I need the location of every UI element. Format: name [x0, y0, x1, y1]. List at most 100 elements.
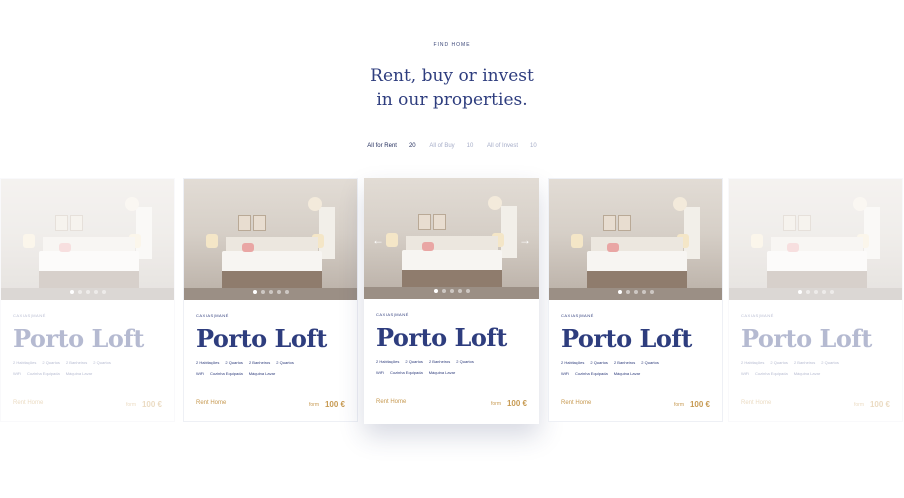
feature-item: Máquina Lavar	[613, 371, 641, 376]
property-location: CAXIAS|MANÉ	[376, 312, 409, 317]
carousel-dot[interactable]	[268, 290, 273, 294]
carousel-dots	[549, 290, 722, 294]
rent-home-link[interactable]: Rent Home	[196, 400, 226, 406]
feature-item: Máquina Lavar	[428, 370, 456, 375]
carousel-dot[interactable]	[449, 289, 454, 293]
carousel-dot[interactable]	[101, 290, 106, 294]
tab-rent-label: All for Rent	[367, 143, 397, 149]
property-location: CAXIAS|MANÉ	[196, 313, 229, 318]
property-title: Porto Loft	[741, 324, 872, 353]
carousel-dot[interactable]	[276, 290, 281, 294]
property-title: Porto Loft	[561, 324, 692, 353]
spec-item: 2 Quartos	[641, 360, 659, 365]
carousel-dot[interactable]	[69, 290, 74, 294]
price-from-label: form	[854, 402, 864, 408]
property-card[interactable]: CAXIAS|MANÉ Porto Loft 2 Habitações 2 Qua…	[183, 178, 358, 422]
property-location: CAXIAS|MANÉ	[561, 313, 594, 318]
tab-rent-count: 20	[408, 143, 416, 149]
carousel-dots	[1, 290, 174, 294]
price-from-label: form	[491, 401, 501, 407]
feature-item: Cozinha Equipada	[210, 371, 243, 376]
carousel-dot[interactable]	[633, 290, 638, 294]
arrow-left-icon[interactable]: ←	[372, 233, 384, 247]
tab-invest-label: All of Invest	[487, 143, 519, 149]
tab-buy-count: 10	[466, 143, 474, 149]
carousel-dot[interactable]	[85, 290, 90, 294]
carousel-dots	[364, 289, 539, 293]
property-card[interactable]: CAXIAS|MANÉ Porto Loft 2 Habitações 2 Qua…	[728, 178, 903, 422]
carousel-dot[interactable]	[617, 290, 622, 294]
rent-home-link[interactable]: Rent Home	[13, 400, 43, 406]
spec-item: 2 Habitações	[561, 360, 585, 365]
tab-invest-count: 10	[530, 143, 537, 149]
carousel-dot[interactable]	[829, 290, 834, 294]
carousel-dot[interactable]	[457, 289, 462, 293]
spec-item: 2 Quartos	[821, 360, 839, 365]
tab-buy[interactable]: All of Buy 10	[429, 143, 473, 149]
spec-item: 2 Banheiros	[65, 360, 88, 365]
carousel-dot[interactable]	[641, 290, 646, 294]
property-features: WiFi Cozinha Equipada Máquina Lavar	[13, 371, 98, 376]
feature-item: Máquina Lavar	[793, 371, 821, 376]
property-specs: 2 Habitações 2 Quartos 2 Banheiros 2 Quarto…	[376, 359, 480, 364]
headline-line-2: in our properties.	[376, 90, 528, 110]
rent-home-link[interactable]: Rent Home	[561, 400, 591, 406]
arrow-right-icon[interactable]: →	[519, 233, 531, 247]
carousel-dot[interactable]	[813, 290, 818, 294]
property-photo	[549, 179, 722, 300]
carousel-dot[interactable]	[284, 290, 289, 294]
carousel-dot[interactable]	[441, 289, 446, 293]
carousel-dot[interactable]	[252, 290, 257, 294]
property-features: WiFi Cozinha Equipada Máquina Lavar	[196, 371, 281, 376]
property-card-featured[interactable]: ← → CAXIAS|MANÉ Porto Loft 2 Habitações 2…	[364, 178, 539, 424]
property-location: CAXIAS|MANÉ	[13, 313, 46, 318]
spec-item: 2 Habitações	[13, 360, 37, 365]
spec-item: 2 Quartos	[405, 359, 423, 364]
property-tabs: All for Rent 20 All of Buy 10 All of Inves…	[0, 143, 904, 149]
rent-home-link[interactable]: Rent Home	[376, 399, 406, 405]
carousel-dot[interactable]	[260, 290, 265, 294]
property-features: WiFi Cozinha Equipada Máquina Lavar	[561, 371, 646, 376]
carousel-dot[interactable]	[625, 290, 630, 294]
carousel-dot[interactable]	[433, 289, 438, 293]
price-from-label: form	[309, 402, 319, 408]
spec-item: 2 Quartos	[93, 360, 111, 365]
carousel-dot[interactable]	[805, 290, 810, 294]
spec-item: 2 Quartos	[225, 360, 243, 365]
feature-item: Cozinha Equipada	[755, 371, 788, 376]
carousel-dot[interactable]	[797, 290, 802, 294]
property-features: WiFi Cozinha Equipada Máquina Lavar	[376, 370, 461, 375]
carousel-dot[interactable]	[821, 290, 826, 294]
carousel-dot[interactable]	[77, 290, 82, 294]
property-photo	[1, 179, 174, 300]
property-features: WiFi Cozinha Equipada Máquina Lavar	[741, 371, 826, 376]
feature-item: Máquina Lavar	[248, 371, 276, 376]
property-specs: 2 Habitações 2 Quartos 2 Banheiros 2 Quarto…	[13, 360, 117, 365]
property-specs: 2 Habitações 2 Quartos 2 Banheiros 2 Quarto…	[561, 360, 665, 365]
spec-item: 2 Banheiros	[793, 360, 816, 365]
feature-item: Cozinha Equipada	[390, 370, 423, 375]
property-title: Porto Loft	[376, 323, 507, 352]
property-card[interactable]: CAXIAS|MANÉ Porto Loft 2 Habitações 2 Qua…	[0, 178, 175, 422]
spec-item: 2 Quartos	[42, 360, 60, 365]
rent-home-link[interactable]: Rent Home	[741, 400, 771, 406]
spec-item: 2 Habitações	[196, 360, 220, 365]
carousel-dot[interactable]	[93, 290, 98, 294]
spec-item: 2 Habitações	[741, 360, 765, 365]
property-photo: ← →	[364, 178, 539, 299]
spec-item: 2 Banheiros	[613, 360, 636, 365]
tab-invest[interactable]: All of Invest 10	[487, 143, 537, 149]
spec-item: 2 Quartos	[456, 359, 474, 364]
property-card[interactable]: CAXIAS|MANÉ Porto Loft 2 Habitações 2 Qua…	[548, 178, 723, 422]
feature-item: WiFi	[13, 371, 21, 376]
tab-rent[interactable]: All for Rent 20	[367, 143, 415, 149]
property-price: 100 €	[506, 399, 527, 408]
section-headline: Rent, buy or invest in our properties.	[0, 64, 904, 112]
carousel-dot[interactable]	[649, 290, 654, 294]
property-specs: 2 Habitações 2 Quartos 2 Banheiros 2 Quarto…	[741, 360, 845, 365]
price-from-label: form	[674, 402, 684, 408]
carousel-dot[interactable]	[465, 289, 470, 293]
property-specs: 2 Habitações 2 Quartos 2 Banheiros 2 Quarto…	[196, 360, 300, 365]
property-title: Porto Loft	[13, 324, 144, 353]
spec-item: 2 Habitações	[376, 359, 400, 364]
